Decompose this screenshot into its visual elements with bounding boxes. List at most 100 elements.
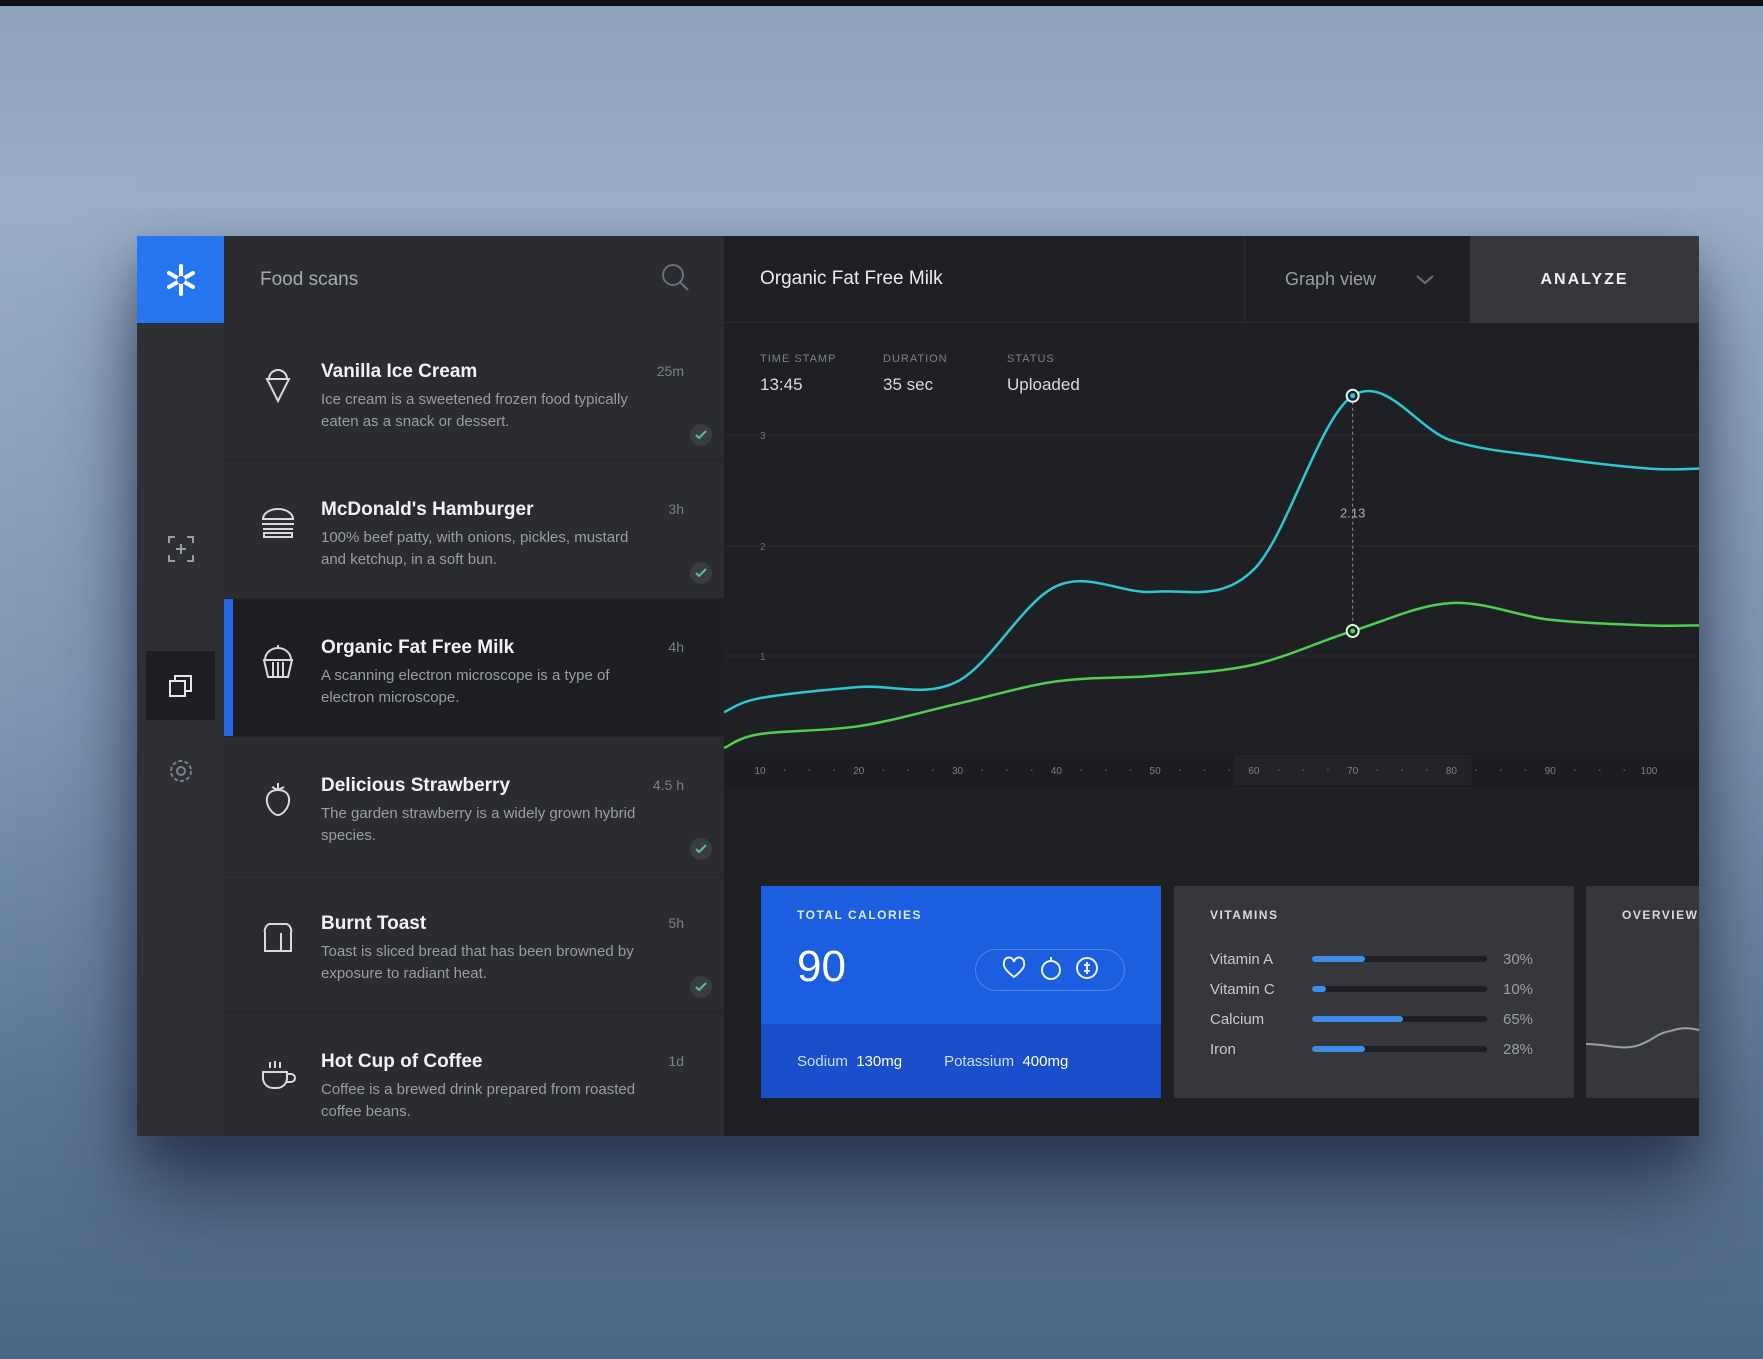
vitamin-bar-fill (1312, 1016, 1403, 1022)
check-icon (690, 838, 712, 860)
list-item[interactable]: Hot Cup of Coffee Coffee is a brewed dri… (224, 1013, 724, 1136)
x-tick-label: 20 (853, 766, 865, 777)
x-minor-tick (931, 769, 934, 771)
calories-value: 90 (797, 942, 846, 991)
chevron-down-icon (1416, 269, 1434, 290)
x-tick-label: 90 (1545, 766, 1557, 777)
logo-icon[interactable] (137, 236, 224, 323)
item-title: Vanilla Ice Cream (321, 361, 478, 382)
x-minor-tick (907, 769, 910, 771)
item-desc: Ice cream is a sweetened frozen food typ… (321, 391, 628, 430)
scan-icon[interactable] (146, 514, 215, 583)
x-minor-tick (1030, 769, 1033, 771)
potassium-value: 400mg (1022, 1052, 1069, 1070)
vitamins-label: VITAMINS (1210, 908, 1279, 922)
x-minor-tick (1623, 769, 1626, 771)
x-tick-label: 70 (1347, 766, 1359, 777)
hamburger-icon (258, 501, 298, 545)
main-panel: Organic Fat Free Milk Graph view ANALYZE… (724, 236, 1699, 1136)
vitamins-card: VITAMINS Vitamin A 30% Vitamin C 10% Cal… (1174, 886, 1574, 1098)
list-title: Food scans (260, 268, 359, 290)
item-title: Organic Fat Free Milk (321, 637, 515, 658)
item-time: 4h (668, 639, 684, 655)
x-tick-label: 30 (952, 766, 964, 777)
highlight-point-cyan-dot (1350, 393, 1356, 399)
item-time: 5h (668, 915, 684, 931)
overview-card[interactable]: OVERVIEW (1586, 886, 1699, 1098)
check-icon (690, 562, 712, 584)
list-item[interactable]: Burnt Toast Toast is sliced bread that h… (224, 875, 724, 1013)
x-minor-tick (1203, 769, 1206, 771)
list-header: Food scans (224, 236, 724, 323)
overview-label: OVERVIEW (1622, 908, 1699, 922)
x-minor-tick (1104, 769, 1107, 771)
x-tick-label: 80 (1446, 766, 1458, 777)
item-desc: 100% beef patty, with onions, pickles, m… (321, 529, 629, 568)
check-icon (690, 424, 712, 446)
x-minor-tick (1376, 769, 1379, 771)
page-title: Organic Fat Free Milk (760, 268, 943, 289)
analyze-button[interactable]: ANALYZE (1470, 236, 1699, 323)
series-line-cyan (724, 389, 1699, 714)
vitamin-row: Calcium 65% (1210, 1009, 1560, 1029)
coffee-icon (258, 1053, 298, 1097)
highlight-point-green-dot (1350, 628, 1356, 634)
vitamin-row: Iron 28% (1210, 1039, 1560, 1059)
x-minor-tick (1129, 769, 1132, 771)
list-item[interactable]: McDonald's Hamburger 100% beef patty, wi… (224, 461, 724, 599)
vitamin-bar (1312, 1016, 1487, 1022)
ice-cream-icon (258, 363, 298, 407)
sodium-label: Sodium (797, 1052, 848, 1070)
coin-icon[interactable] (1075, 956, 1099, 985)
y-tick-label: 2 (760, 542, 766, 553)
item-desc: Coffee is a brewed drink prepared from r… (321, 1081, 636, 1120)
series-line-green (724, 601, 1699, 750)
y-tick-label: 3 (760, 431, 766, 442)
check-icon (690, 976, 712, 998)
x-minor-tick (1080, 769, 1083, 771)
list-item[interactable]: Vanilla Ice Cream Ice cream is a sweeten… (224, 323, 724, 461)
apple-icon[interactable] (1039, 955, 1063, 986)
potassium-stat: Potassium 400mg (944, 1053, 1068, 1070)
minerals-row: Sodium 130mg Potassium 400mg (761, 1024, 1161, 1098)
x-minor-tick (1475, 769, 1478, 771)
heart-icon[interactable] (1001, 955, 1027, 985)
item-title: Delicious Strawberry (321, 775, 511, 796)
item-desc: A scanning electron microscope is a type… (321, 667, 610, 706)
search-icon[interactable] (660, 262, 690, 297)
item-desc: Toast is sliced bread that has been brow… (321, 943, 634, 982)
x-minor-tick (1598, 769, 1601, 771)
list-item[interactable]: Delicious Strawberry The garden strawber… (224, 737, 724, 875)
item-time: 4.5 h (652, 777, 684, 793)
vitamin-pct: 30% (1503, 950, 1534, 968)
cupcake-icon (258, 639, 298, 683)
settings-icon[interactable] (146, 736, 215, 805)
layers-icon[interactable] (146, 651, 215, 720)
view-select[interactable]: Graph view (1244, 236, 1470, 323)
x-minor-tick (808, 769, 811, 771)
x-minor-tick (1178, 769, 1181, 771)
vitamin-pct: 10% (1503, 980, 1534, 998)
vitamin-bar-fill (1312, 1046, 1365, 1052)
x-minor-tick (1277, 769, 1280, 771)
x-minor-tick (1302, 769, 1305, 771)
x-minor-tick (1425, 769, 1428, 771)
item-title: McDonald's Hamburger (321, 499, 534, 520)
item-time: 3h (668, 501, 684, 517)
vitamin-pct: 28% (1503, 1040, 1534, 1058)
x-minor-tick (882, 769, 885, 771)
x-tick-label: 50 (1150, 766, 1162, 777)
x-minor-tick (833, 769, 836, 771)
vitamin-bar (1312, 956, 1487, 962)
summary-cards: TOTAL CALORIES 90 Sodium 130mg Potassium… (724, 886, 1699, 1098)
food-scans-panel: Food scans Vanilla Ice Cream Ice cream i… (224, 236, 724, 1136)
list-item-selected[interactable]: Organic Fat Free Milk A scanning electro… (224, 599, 724, 737)
vitamin-name: Vitamin C (1210, 980, 1275, 998)
line-chart[interactable]: 2.13 3 2 1 10 20 30 40 50 60 70 80 90 100 (724, 323, 1699, 833)
x-tick-label: 40 (1051, 766, 1063, 777)
vitamin-name: Iron (1210, 1040, 1236, 1058)
vitamin-row: Vitamin A 30% (1210, 949, 1560, 969)
x-minor-tick (783, 769, 786, 771)
x-minor-tick (1499, 769, 1502, 771)
sodium-stat: Sodium 130mg (797, 1053, 902, 1070)
